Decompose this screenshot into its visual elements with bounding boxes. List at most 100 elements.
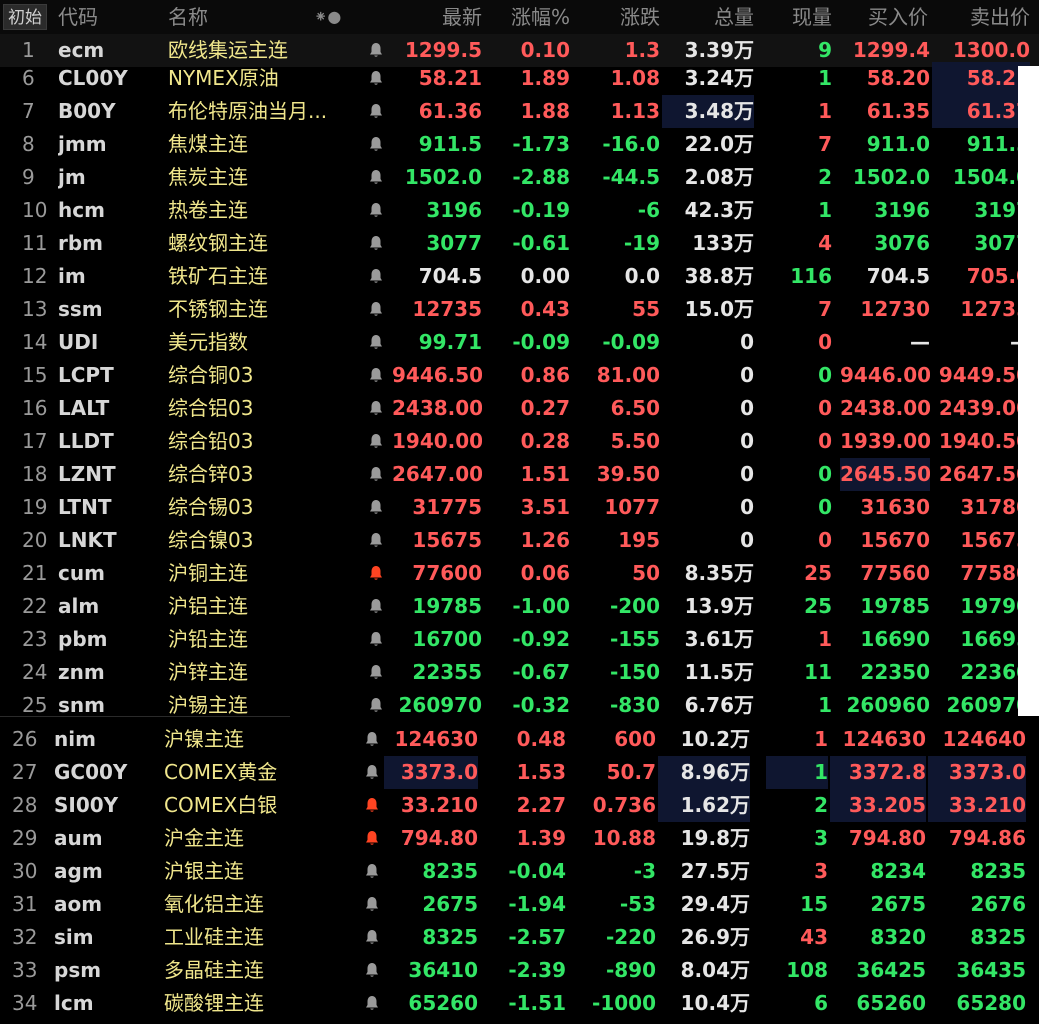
table-row[interactable]: 20 LNKT 综合镍03 15675 1.26 195 0 0 15670 15675 <box>0 524 1039 557</box>
table-row[interactable]: 31 aom 氧化铝主连 2675 -1.94 -53 29.4万 15 2675 2676 <box>0 888 1039 921</box>
table-row[interactable]: 17 LLDT 综合铅03 1940.00 0.28 5.50 0 0 1939.00 1940.… <box>0 425 1039 458</box>
bell-icon[interactable] <box>362 987 382 1020</box>
bell-icon[interactable] <box>362 888 382 921</box>
bell-icon[interactable] <box>366 359 386 392</box>
bell-icon[interactable] <box>366 392 386 425</box>
table-row[interactable]: 32 sim 工业硅主连 8325 -2.57 -220 26.9万 43 8320 8325 <box>0 921 1039 954</box>
cell-name: 多晶硅主连 <box>164 958 264 982</box>
table-row[interactable]: 28 SI00Y COMEX白银 33.210 2.27 0.736 1.62万 2 33.20… <box>0 789 1039 822</box>
cell-ask: 260970 <box>946 693 1031 717</box>
bell-icon[interactable] <box>362 921 382 954</box>
col-header-star[interactable]: ⁕● <box>314 0 341 34</box>
bell-icon[interactable] <box>366 128 386 161</box>
table-row[interactable]: 8 jmm 焦煤主连 911.5 -1.73 -16.0 22.0万 7 911.0 911.5 <box>0 128 1039 161</box>
bell-icon[interactable] <box>362 723 382 756</box>
bell-icon[interactable] <box>366 326 386 359</box>
bell-icon[interactable] <box>366 293 386 326</box>
cell-vol: 0 <box>740 495 754 519</box>
table-row[interactable]: 33 psm 多晶硅主连 36410 -2.39 -890 8.04万 108 36425 364… <box>0 954 1039 987</box>
bell-icon[interactable] <box>366 161 386 194</box>
bell-icon[interactable] <box>366 524 386 557</box>
table-row[interactable]: 26 nim 沪镍主连 124630 0.48 600 10.2万 1 124630 124640 <box>0 723 1039 756</box>
cell-code: jmm <box>58 132 107 156</box>
bell-icon[interactable] <box>362 822 382 855</box>
bell-icon[interactable] <box>366 425 386 458</box>
cell-pct: 0.86 <box>520 363 570 387</box>
cell-idx: 21 <box>22 561 48 585</box>
bell-icon[interactable] <box>362 756 382 789</box>
col-header-name[interactable]: 名称 <box>168 0 208 34</box>
bell-icon[interactable] <box>366 227 386 260</box>
cell-idx: 13 <box>22 297 48 321</box>
cell-code: GC00Y <box>54 760 128 784</box>
table-row[interactable]: 12 im 铁矿石主连 704.5 0.00 0.0 38.8万 116 704.5 705.0 <box>0 260 1039 293</box>
table-row[interactable]: 14 UDI 美元指数 99.71 -0.09 -0.09 0 0 —— <box>0 326 1039 359</box>
col-header-pct[interactable]: 涨幅% <box>480 0 570 34</box>
cell-chg: 55 <box>632 297 660 321</box>
table-row[interactable]: 9 jm 焦炭主连 1502.0 -2.88 -44.5 2.08万 2 1502.0 1504.… <box>0 161 1039 194</box>
cell-vol: 29.4万 <box>680 892 750 916</box>
cell-bid: 2675 <box>870 892 926 916</box>
bell-icon[interactable] <box>362 855 382 888</box>
bell-icon[interactable] <box>366 557 386 590</box>
table-row[interactable]: 23 pbm 沪铅主连 16700 -0.92 -155 3.61万 1 16690 16695 <box>0 623 1039 656</box>
cell-cur: 4 <box>818 231 832 255</box>
table-row[interactable]: 15 LCPT 综合铜03 9446.50 0.86 81.00 0 0 9446.00 9449… <box>0 359 1039 392</box>
table-row[interactable]: 7 B00Y 布伦特原油当月... 61.36 1.88 1.13 3.48万 1 61.35 6… <box>0 95 1039 128</box>
table-row[interactable]: 13 ssm 不锈钢主连 12735 0.43 55 15.0万 7 12730 12735 <box>0 293 1039 326</box>
cell-chg: 6.50 <box>610 396 660 420</box>
col-header-ask[interactable]: 卖出价 <box>936 0 1030 34</box>
table-row[interactable]: 25 snm 沪锡主连 260970 -0.32 -830 6.76万 1 260960 2609… <box>0 689 1039 722</box>
table-row[interactable]: 22 alm 沪铝主连 19785 -1.00 -200 13.9万 25 19785 19790 <box>0 590 1039 623</box>
table-row[interactable]: 21 cum 沪铜主连 77600 0.06 50 8.35万 25 77560 77580 <box>0 557 1039 590</box>
cell-ask: 19790 <box>960 594 1030 618</box>
table-row[interactable]: 10 hcm 热卷主连 3196 -0.19 -6 42.3万 1 3196 3197 <box>0 194 1039 227</box>
cell-vol: 6.76万 <box>684 693 754 717</box>
cell-pct: -0.92 <box>512 627 570 651</box>
cell-last: 3196 <box>426 198 482 222</box>
cell-cur: 3 <box>814 826 828 850</box>
bell-icon[interactable] <box>366 194 386 227</box>
col-header-curvol[interactable]: 现量 <box>770 0 832 34</box>
cell-vol: 133万 <box>692 231 754 255</box>
col-header-vol[interactable]: 总量 <box>670 0 754 34</box>
bell-icon[interactable] <box>366 689 386 722</box>
col-header-last[interactable]: 最新 <box>400 0 482 34</box>
bell-icon[interactable] <box>366 656 386 689</box>
bell-icon[interactable] <box>366 260 386 293</box>
cell-code: pbm <box>58 627 108 651</box>
bell-icon[interactable] <box>366 458 386 491</box>
bell-icon[interactable] <box>366 590 386 623</box>
col-header-bid[interactable]: 买入价 <box>840 0 928 34</box>
cell-ask: 911.5 <box>966 132 1030 156</box>
init-button[interactable]: 初始 <box>3 4 47 30</box>
cell-chg: 39.50 <box>596 462 660 486</box>
table-row[interactable]: 24 znm 沪锌主连 22355 -0.67 -150 11.5万 11 22350 22360 <box>0 656 1039 689</box>
col-header-chg[interactable]: 涨跌 <box>580 0 660 34</box>
table-row[interactable]: 6 CL00Y NYMEX原油 58.21 1.89 1.08 3.24万 1 58.20 58.… <box>0 62 1039 95</box>
col-header-code[interactable]: 代码 <box>58 0 98 34</box>
bell-icon[interactable] <box>366 62 386 95</box>
cell-code: znm <box>58 660 105 684</box>
table-row[interactable]: 29 aum 沪金主连 794.80 1.39 10.88 19.8万 3 794.80 794.… <box>0 822 1039 855</box>
table-row[interactable]: 18 LZNT 综合锌03 2647.00 1.51 39.50 0 0 2645.50 2647… <box>0 458 1039 491</box>
bell-icon[interactable] <box>366 95 386 128</box>
bell-icon[interactable] <box>362 954 382 987</box>
bell-icon[interactable] <box>366 491 386 524</box>
bell-icon[interactable] <box>362 789 382 822</box>
cell-idx: 34 <box>12 991 38 1015</box>
table-row[interactable]: 19 LTNT 综合锡03 31775 3.51 1077 0 0 31630 31780 <box>0 491 1039 524</box>
table-row[interactable]: 30 agm 沪银主连 8235 -0.04 -3 27.5万 3 8234 8235 <box>0 855 1039 888</box>
table-row[interactable]: 27 GC00Y COMEX黄金 3373.0 1.53 50.7 8.96万 1 3372.8… <box>0 756 1039 789</box>
cell-vol: 1.62万 <box>658 789 750 822</box>
cell-chg: -0.09 <box>602 330 660 354</box>
cell-name: 不锈钢主连 <box>168 297 268 321</box>
table-row[interactable]: 11 rbm 螺纹钢主连 3077 -0.61 -19 133万 4 3076 3077 <box>0 227 1039 260</box>
table-row[interactable]: 16 LALT 综合铝03 2438.00 0.27 6.50 0 0 2438.00 2439.… <box>0 392 1039 425</box>
table-row[interactable]: 34 lcm 碳酸锂主连 65260 -1.51 -1000 10.4万 6 65260 6528… <box>0 987 1039 1020</box>
cell-ask: 2647.50 <box>938 462 1030 486</box>
cell-cur: 1 <box>818 198 832 222</box>
bell-icon[interactable] <box>366 623 386 656</box>
cell-chg: -150 <box>609 660 660 684</box>
cell-last: 9446.50 <box>392 363 482 387</box>
